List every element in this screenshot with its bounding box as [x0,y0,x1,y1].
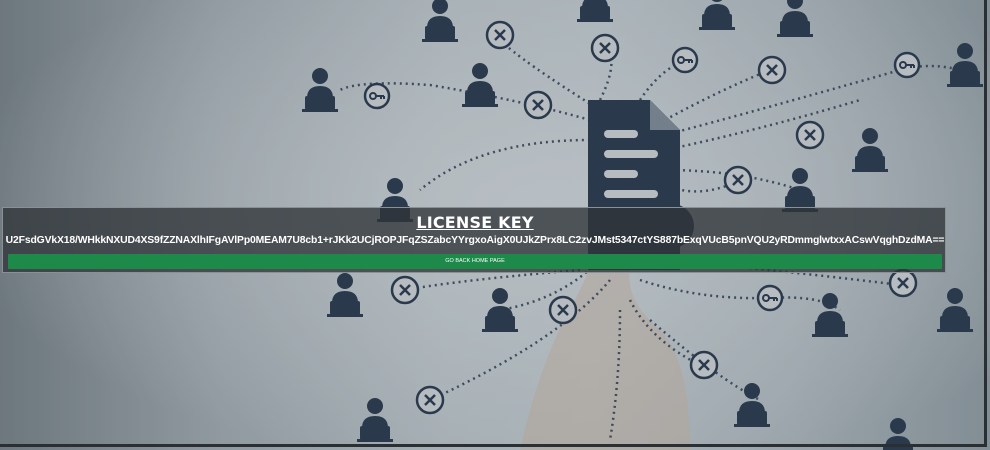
license-panel: LICENSE KEY U2FsdGVkX18/WHkkNXUD4XS9fZZN… [2,207,946,273]
go-back-home-button[interactable]: GO BACK HOME PAGE [8,254,942,269]
license-title: LICENSE KEY [416,213,534,232]
license-page: LICENSE KEY U2FsdGVkX18/WHkkNXUD4XS9fZZN… [0,0,990,450]
license-key-text: U2FsdGVkX18/WHkkNXUD4XS9fZZNAXlhIFgAVlPp… [5,235,945,246]
